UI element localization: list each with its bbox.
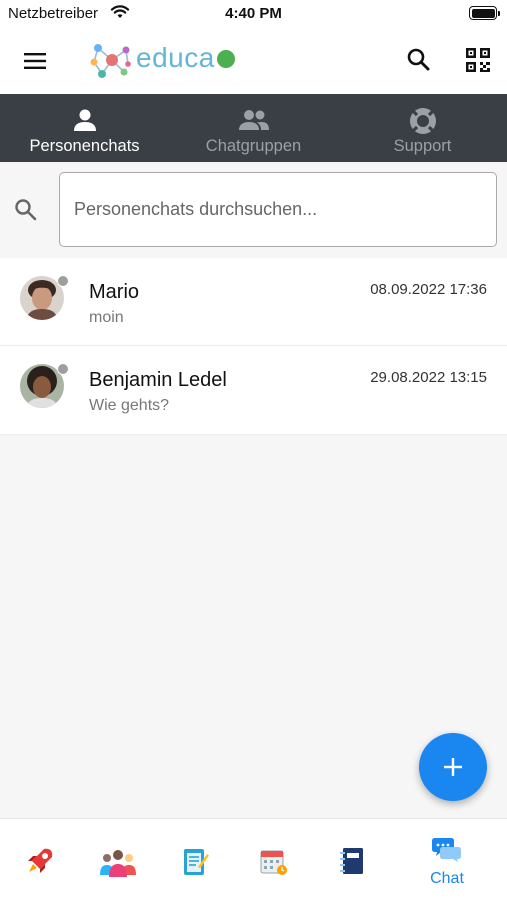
qr-code-button[interactable] — [462, 44, 494, 76]
presence-dot — [57, 363, 69, 375]
chat-timestamp: 29.08.2022 13:15 — [370, 369, 487, 386]
search-icon — [15, 199, 37, 221]
chat-preview: moin — [89, 309, 124, 326]
app-bar: educa — [0, 28, 507, 94]
nav-chat-label: Chat — [430, 870, 464, 887]
tab-support[interactable]: Support — [338, 94, 507, 162]
nav-people[interactable] — [98, 841, 138, 881]
chat-list-item[interactable]: Benjamin Ledel Wie gehts? 29.08.2022 13:… — [0, 346, 507, 435]
people-icon — [100, 850, 136, 877]
rocket-icon — [28, 848, 53, 873]
clock: 4:40 PM — [225, 5, 282, 22]
chat-bubbles-icon — [432, 838, 461, 862]
chat-preview: Wie gehts? — [89, 397, 170, 414]
tab-label: Support — [393, 137, 452, 155]
chat-name: Mario — [89, 281, 140, 303]
nav-tasks[interactable] — [175, 841, 215, 881]
search-input[interactable] — [59, 172, 497, 247]
search-row — [0, 162, 507, 258]
chat-timestamp: 08.09.2022 17:36 — [370, 281, 487, 298]
chat-name: Benjamin Ledel — [89, 369, 227, 391]
nav-notebook[interactable] — [332, 841, 372, 881]
tab-chatgruppen[interactable]: Chatgruppen — [169, 94, 338, 162]
tab-label: Chatgruppen — [205, 137, 302, 155]
chat-list-item[interactable]: Mario moin 08.09.2022 17:36 — [0, 258, 507, 346]
person-icon — [73, 109, 96, 131]
nav-rocket[interactable] — [20, 841, 60, 881]
battery-icon — [469, 6, 500, 20]
chat-list: Mario moin 08.09.2022 17:36 Benjamin Led… — [0, 258, 507, 435]
calendar-icon — [260, 850, 287, 875]
nav-chat[interactable]: Chat — [415, 835, 479, 888]
status-bar: Netzbetreiber 4:40 PM — [0, 0, 507, 28]
brand-name: educa — [136, 42, 215, 73]
chat-type-tabs: Personenchats Chatgruppen Support — [0, 94, 507, 162]
menu-button[interactable] — [14, 45, 56, 77]
presence-dot — [57, 275, 69, 287]
bottom-navigation: Chat — [0, 818, 507, 900]
qr-code-icon — [466, 48, 490, 72]
online-status-dot — [217, 50, 235, 68]
task-list-icon — [184, 849, 209, 875]
new-chat-button[interactable] — [419, 733, 487, 801]
group-icon — [238, 110, 269, 130]
hamburger-icon — [24, 53, 46, 69]
tab-personenchats[interactable]: Personenchats — [0, 94, 169, 162]
tab-label: Personenchats — [29, 137, 140, 155]
search-button[interactable] — [402, 43, 436, 77]
nav-calendar[interactable] — [253, 841, 293, 881]
notebook-icon — [340, 848, 363, 874]
network-logo-icon — [88, 38, 134, 82]
plus-icon — [444, 758, 462, 776]
search-icon — [407, 48, 430, 71]
lifebuoy-icon — [409, 108, 436, 134]
